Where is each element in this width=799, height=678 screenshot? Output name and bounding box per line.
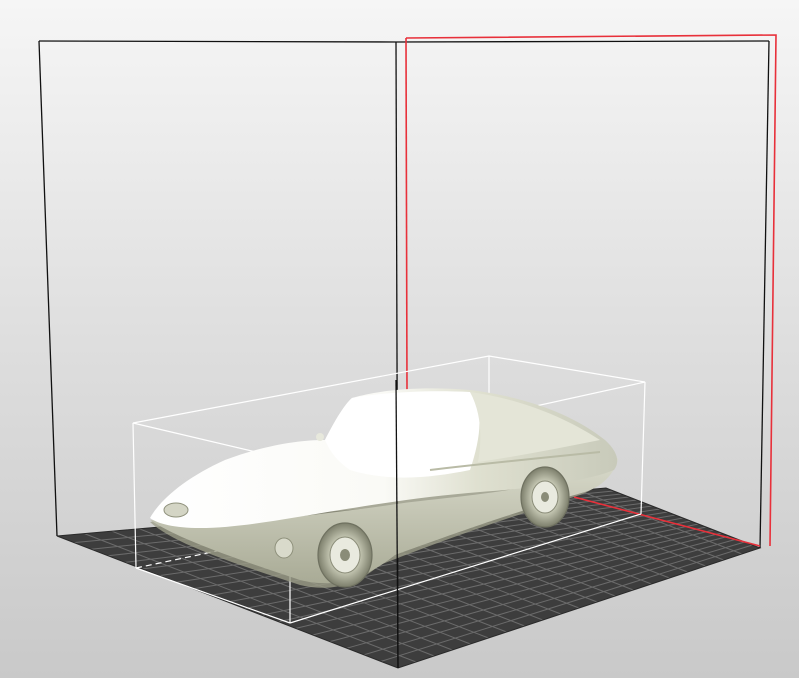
3d-viewport[interactable] (0, 0, 799, 678)
rear-wheel (520, 466, 570, 528)
front-wheel (317, 522, 373, 588)
scene-canvas[interactable] (0, 0, 799, 678)
